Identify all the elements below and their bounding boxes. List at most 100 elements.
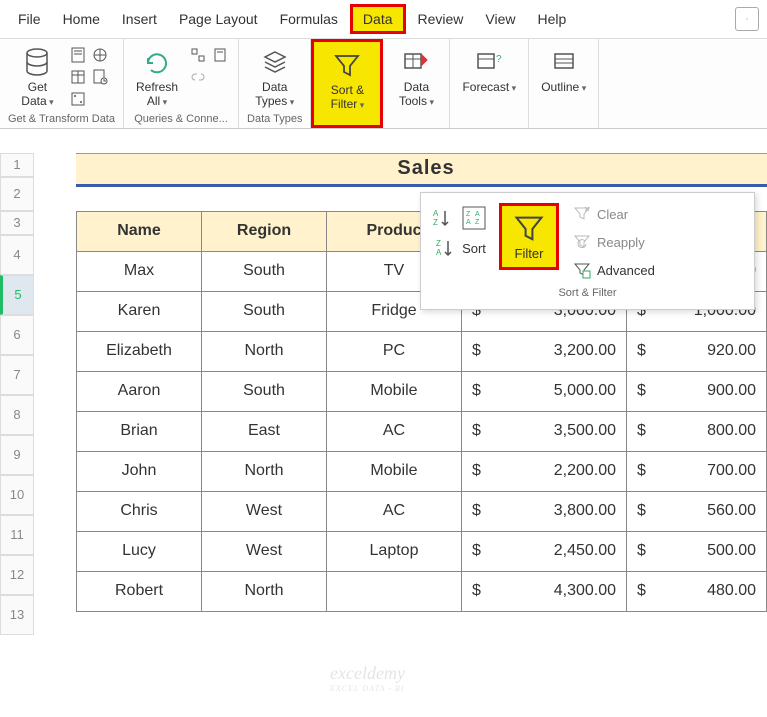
sort-dialog-icon[interactable]: ZAAZ [459,203,489,233]
cell-name[interactable]: Aaron [77,371,202,411]
cell-sales[interactable]: $3,200.00 [462,331,627,371]
row-header[interactable]: 11 [0,515,34,555]
row-header[interactable]: 5 [0,275,34,315]
tab-insert[interactable]: Insert [112,7,167,31]
watermark-sub: EXCEL DATA - BI [330,684,405,693]
cell-region[interactable]: North [202,331,327,371]
recent-sources-icon[interactable] [90,67,110,87]
row-header[interactable]: 13 [0,595,34,635]
group-data-tools: Data Tools [383,39,450,128]
queries-mini-icons [188,45,230,87]
tab-review[interactable]: Review [408,7,474,31]
cell-sales[interactable]: $2,450.00 [462,531,627,571]
cell-commission[interactable]: $920.00 [627,331,767,371]
from-web-icon[interactable] [90,45,110,65]
queries-connections-icon[interactable] [188,45,208,65]
from-table-icon[interactable] [68,67,88,87]
outline-button[interactable]: Outline [537,45,590,97]
cell-product[interactable]: Mobile [327,371,462,411]
get-data-button[interactable]: Get Data [12,45,62,111]
cell-region[interactable]: North [202,451,327,491]
sort-desc-icon[interactable]: ZA [434,237,456,259]
cell-product[interactable]: Laptop [327,531,462,571]
cell-product[interactable]: Mobile [327,451,462,491]
funnel-icon [331,50,363,82]
sort-filter-button[interactable]: Sort & Filter [322,48,372,114]
cell-commission[interactable]: $800.00 [627,411,767,451]
data-types-button[interactable]: Data Types [250,45,300,111]
cell-commission[interactable]: $500.00 [627,531,767,571]
cell-sales[interactable]: $2,200.00 [462,451,627,491]
row-header[interactable]: 7 [0,355,34,395]
edit-links-icon[interactable] [188,67,208,87]
cell-product[interactable] [327,571,462,611]
tab-formulas[interactable]: Formulas [270,7,348,31]
svg-text:A: A [436,248,442,257]
cell-region[interactable]: North [202,571,327,611]
forecast-button[interactable]: ? Forecast [458,45,520,97]
comments-icon[interactable] [735,7,759,31]
refresh-all-button[interactable]: Refresh All [132,45,182,111]
cell-region[interactable]: West [202,491,327,531]
cell-name[interactable]: Elizabeth [77,331,202,371]
data-tools-icon [400,47,432,79]
row-header[interactable]: 8 [0,395,34,435]
row-header[interactable]: 12 [0,555,34,595]
row-header[interactable]: 9 [0,435,34,475]
tab-home[interactable]: Home [53,7,110,31]
cell-sales[interactable]: $4,300.00 [462,571,627,611]
cell-product[interactable]: PC [327,331,462,371]
row-header[interactable]: 3 [0,211,34,235]
svg-text:Z: Z [436,239,441,248]
col-name[interactable]: Name [77,211,202,251]
row-header[interactable]: 2 [0,177,34,211]
cell-commission[interactable]: $900.00 [627,371,767,411]
advanced-button[interactable]: Advanced [569,259,659,281]
existing-connections-icon[interactable] [68,89,88,109]
cell-region[interactable]: East [202,411,327,451]
col-region[interactable]: Region [202,211,327,251]
cell-commission[interactable]: $560.00 [627,491,767,531]
reapply-icon [573,233,591,251]
sort-asc-icon[interactable]: AZ [431,207,453,229]
tab-data[interactable]: Data [350,4,406,34]
svg-text:A: A [433,209,439,218]
cell-name[interactable]: Chris [77,491,202,531]
tab-help[interactable]: Help [528,7,577,31]
cell-sales[interactable]: $3,500.00 [462,411,627,451]
cell-commission[interactable]: $700.00 [627,451,767,491]
sheet-title[interactable]: Sales [76,153,767,187]
tab-page-layout[interactable]: Page Layout [169,7,268,31]
cell-product[interactable]: AC [327,491,462,531]
cell-product[interactable]: AC [327,411,462,451]
cell-commission[interactable]: $480.00 [627,571,767,611]
row-header[interactable]: 4 [0,235,34,275]
cell-name[interactable]: Lucy [77,531,202,571]
cell-sales[interactable]: $3,800.00 [462,491,627,531]
cell-name[interactable]: Robert [77,571,202,611]
forecast-label: Forecast [462,81,516,95]
cell-name[interactable]: Brian [77,411,202,451]
cell-region[interactable]: South [202,291,327,331]
reapply-button[interactable]: Reapply [569,231,659,253]
cell-sales[interactable]: $5,000.00 [462,371,627,411]
cell-name[interactable]: John [77,451,202,491]
row-header[interactable]: 1 [0,153,34,177]
group-label-queries: Queries & Conne... [134,111,228,126]
from-text-icon[interactable] [68,45,88,65]
properties-icon[interactable] [210,45,230,65]
tab-view[interactable]: View [475,7,525,31]
cell-name[interactable]: Max [77,251,202,291]
cell-name[interactable]: Karen [77,291,202,331]
cell-region[interactable]: South [202,251,327,291]
cell-region[interactable]: South [202,371,327,411]
cell-region[interactable]: West [202,531,327,571]
tab-file[interactable]: File [8,7,51,31]
row-header[interactable]: 10 [0,475,34,515]
clear-button[interactable]: Clear [569,203,659,225]
row-header[interactable]: 6 [0,315,34,355]
advanced-label: Advanced [597,263,655,278]
filter-button[interactable]: Filter [499,203,559,270]
data-tools-button[interactable]: Data Tools [391,45,441,111]
table-row: ElizabethNorthPC$3,200.00$920.00 [77,331,767,371]
